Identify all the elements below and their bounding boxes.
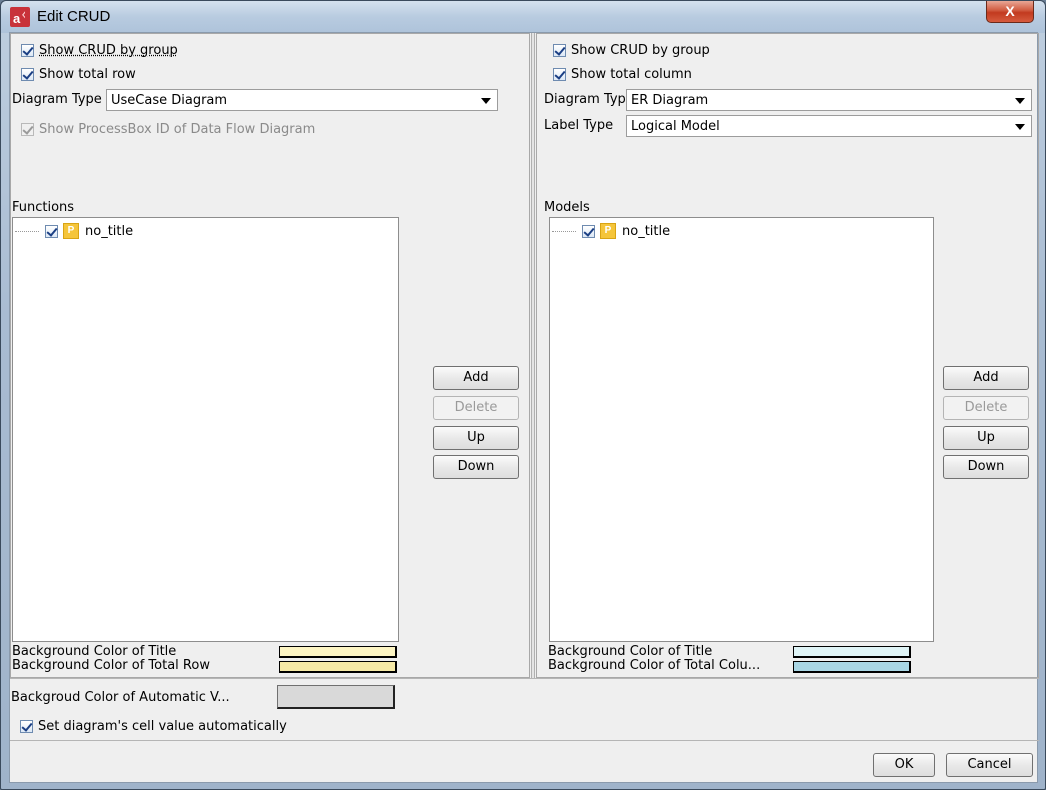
- bg-title-swatch[interactable]: [793, 646, 911, 658]
- show-total-column-checkbox[interactable]: Show total column: [553, 64, 692, 84]
- show-crud-by-group-left[interactable]: Show CRUD by group: [21, 40, 178, 60]
- astah-app-icon: aᚲ: [10, 7, 30, 27]
- auto-bg-label: Backgroud Color of Automatic V...: [11, 690, 230, 705]
- checkbox-icon[interactable]: [20, 719, 33, 733]
- separator: [10, 678, 1039, 679]
- package-icon: P: [600, 223, 616, 239]
- tree-connector: [552, 230, 576, 232]
- diagram-type-combo[interactable]: UseCase Diagram: [106, 89, 498, 111]
- label-type-label: Label Type: [544, 118, 614, 133]
- checkbox-label: Set diagram's cell value automatically: [38, 718, 287, 734]
- set-auto-value-checkbox[interactable]: Set diagram's cell value automatically: [20, 716, 287, 736]
- checkbox-icon[interactable]: [582, 224, 595, 238]
- dialog-client-area: Show CRUD by group Show total row Diagra…: [9, 32, 1039, 783]
- ok-button[interactable]: OK: [873, 753, 935, 777]
- checkbox-icon[interactable]: [21, 43, 34, 57]
- diagram-type-label: Diagram Type: [12, 92, 102, 107]
- checkbox-label: Show CRUD by group: [571, 42, 710, 58]
- tree-item-label: no_title: [85, 223, 134, 239]
- delete-button[interactable]: Delete: [943, 396, 1029, 420]
- edit-crud-dialog: aᚲ Edit CRUD X Show CRUD by group Show t…: [0, 0, 1046, 790]
- add-button[interactable]: Add: [433, 366, 519, 390]
- chevron-down-icon: [481, 98, 491, 104]
- functions-tree[interactable]: P no_title: [12, 217, 399, 642]
- checkbox-icon[interactable]: [45, 224, 58, 238]
- down-button[interactable]: Down: [943, 455, 1029, 479]
- show-processbox-id-checkbox: Show ProcessBox ID of Data Flow Diagram: [21, 119, 315, 139]
- combo-value: UseCase Diagram: [111, 92, 228, 108]
- cancel-button[interactable]: Cancel: [946, 753, 1033, 777]
- show-crud-by-group-checkbox-right[interactable]: Show CRUD by group: [553, 40, 710, 60]
- chevron-down-icon: [1015, 124, 1025, 130]
- up-button[interactable]: Up: [943, 426, 1029, 450]
- functions-title: Functions: [12, 200, 75, 215]
- tree-item-label: no_title: [622, 223, 671, 239]
- show-total-row-checkbox[interactable]: Show total row: [21, 64, 136, 84]
- models-panel: Show CRUD by group Show total column Dia…: [536, 33, 1039, 678]
- checkbox-icon[interactable]: [21, 67, 34, 81]
- combo-value: Logical Model: [631, 118, 720, 134]
- checkbox-icon: [21, 122, 34, 136]
- checkbox-icon[interactable]: [553, 43, 566, 57]
- separator: [10, 740, 1039, 741]
- panel-splitter[interactable]: [531, 33, 535, 678]
- auto-bg-swatch[interactable]: [277, 685, 395, 709]
- down-button[interactable]: Down: [433, 455, 519, 479]
- diagram-type-label: Diagram Type: [544, 92, 634, 107]
- checkbox-label: Show total row: [39, 66, 136, 82]
- tree-item[interactable]: P no_title: [15, 223, 133, 239]
- functions-panel: Show CRUD by group Show total row Diagra…: [10, 33, 530, 678]
- bg-total-column-swatch[interactable]: [793, 661, 911, 673]
- combo-value: ER Diagram: [631, 92, 709, 108]
- diagram-type-combo[interactable]: ER Diagram: [626, 89, 1032, 111]
- up-button[interactable]: Up: [433, 426, 519, 450]
- bg-title-label: Background Color of Title: [548, 644, 713, 659]
- package-icon: P: [63, 223, 79, 239]
- title-bar[interactable]: aᚲ Edit CRUD X: [1, 1, 1045, 33]
- bg-total-row-swatch[interactable]: [279, 661, 397, 673]
- tree-item[interactable]: P no_title: [552, 223, 670, 239]
- add-button[interactable]: Add: [943, 366, 1029, 390]
- checkbox-label: Show total column: [571, 66, 692, 82]
- checkbox-label: Show ProcessBox ID of Data Flow Diagram: [39, 121, 316, 137]
- bg-total-row-label: Background Color of Total Row: [12, 658, 210, 673]
- label-type-combo[interactable]: Logical Model: [626, 115, 1032, 137]
- checkbox-icon[interactable]: [553, 67, 566, 81]
- chevron-down-icon: [1015, 98, 1025, 104]
- checkbox-label: Show CRUD by group: [39, 42, 178, 58]
- close-button[interactable]: X: [986, 1, 1034, 23]
- bg-title-label: Background Color of Title: [12, 644, 177, 659]
- tree-connector: [15, 230, 39, 232]
- delete-button[interactable]: Delete: [433, 396, 519, 420]
- bg-title-swatch[interactable]: [279, 646, 397, 658]
- bg-total-column-label: Background Color of Total Colu...: [548, 658, 761, 673]
- window-title: Edit CRUD: [37, 8, 111, 25]
- models-title: Models: [544, 200, 590, 215]
- models-tree[interactable]: P no_title: [549, 217, 934, 642]
